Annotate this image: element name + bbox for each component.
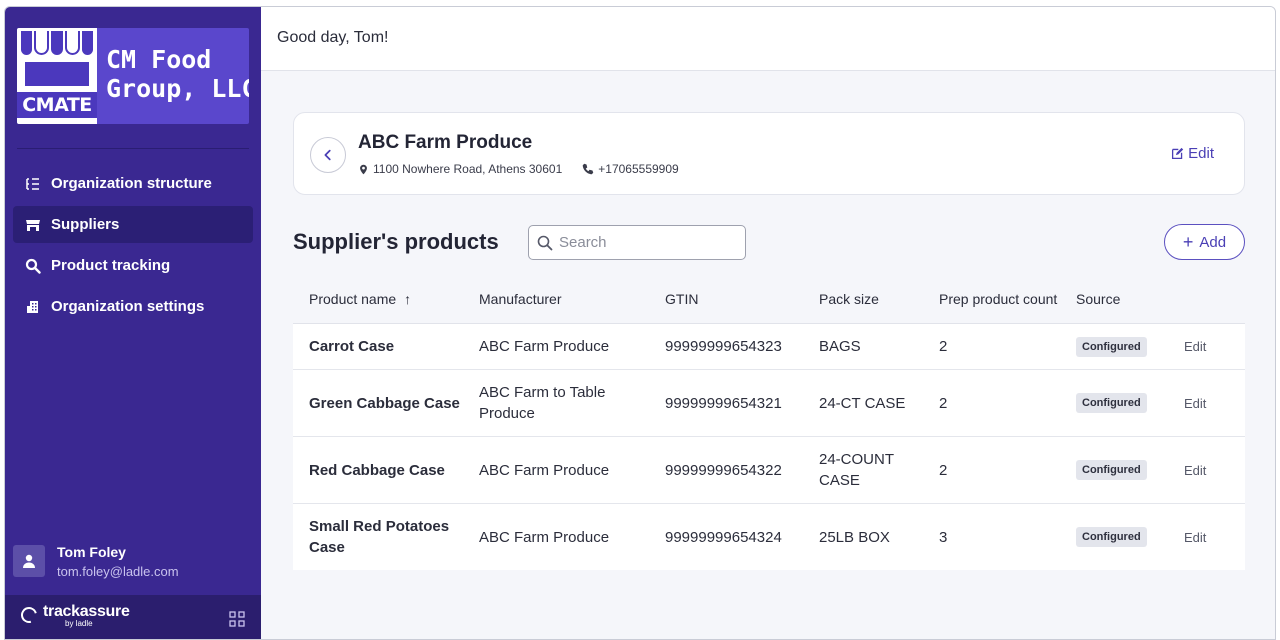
sidebar-item-label: Organization structure	[51, 175, 212, 192]
cell-prep-count: 2	[939, 461, 948, 479]
cell-pack-size: 24-CT CASE	[819, 394, 906, 412]
column-header-product-name[interactable]: Product name ↑	[293, 291, 463, 307]
cell-prep-count: 3	[939, 528, 948, 546]
table-row[interactable]: Red Cabbage Case ABC Farm Produce 999999…	[293, 437, 1245, 504]
cell-pack-size: BAGS	[819, 338, 861, 355]
cell-product-name: Carrot Case	[309, 338, 395, 355]
store-icon	[25, 217, 41, 233]
sidebar-item-organization-structure[interactable]: Organization structure	[13, 165, 253, 202]
cell-gtin: 99999999654324	[665, 528, 782, 546]
store-body-graphic	[25, 62, 89, 86]
apps-grid-icon[interactable]	[229, 611, 245, 627]
sidebar-item-label: Product tracking	[51, 257, 171, 274]
app-window: CMATE CM Food Group, LLC Organization st…	[4, 6, 1276, 640]
supplier-card: ABC Farm Produce 1100 Nowhere Road, Athe…	[293, 112, 1245, 195]
products-table: Product name ↑ Manufacturer GTIN Pack siz…	[293, 275, 1245, 570]
table-row[interactable]: Green Cabbage Case ABC Farm to Table Pro…	[293, 370, 1245, 437]
cell-pack-size: 24-COUNT CASE	[819, 451, 894, 489]
table-header: Product name ↑ Manufacturer GTIN Pack siz…	[293, 275, 1245, 324]
column-header-prep-product-count: Prep product count	[939, 290, 1058, 307]
cell-manufacturer: ABC Farm to Table Produce	[479, 384, 606, 422]
edit-supplier-button[interactable]: Edit	[1171, 145, 1214, 162]
sort-ascending-icon: ↑	[404, 291, 412, 307]
row-edit-button[interactable]: Edit	[1184, 463, 1206, 478]
row-edit-button[interactable]: Edit	[1184, 396, 1206, 411]
cell-manufacturer: ABC Farm Produce	[479, 338, 610, 355]
org-logo[interactable]: CMATE CM Food Group, LLC	[17, 28, 249, 124]
status-badge: Configured	[1076, 393, 1147, 413]
building-icon	[25, 299, 41, 315]
table-row[interactable]: Small Red Potatoes Case ABC Farm Produce…	[293, 504, 1245, 570]
search-icon	[25, 258, 41, 274]
row-edit-button[interactable]: Edit	[1184, 339, 1206, 354]
cell-gtin: 99999999654322	[665, 461, 782, 479]
search-icon	[537, 235, 553, 250]
cell-product-name: Small Red Potatoes Case	[309, 518, 450, 556]
cell-gtin: 99999999654323	[665, 338, 782, 355]
top-bar: Good day, Tom!	[261, 7, 1275, 71]
back-button[interactable]	[310, 137, 346, 173]
supplier-phone: +17065559909	[598, 162, 679, 176]
sidebar-nav: Organization structure Suppliers Product…	[13, 165, 253, 329]
store-logo-mark: CMATE	[17, 28, 97, 124]
sidebar: CMATE CM Food Group, LLC Organization st…	[5, 7, 261, 639]
status-badge: Configured	[1076, 527, 1147, 547]
cell-prep-count: 2	[939, 338, 948, 355]
column-header-source: Source	[1076, 291, 1121, 307]
status-badge: Configured	[1076, 336, 1147, 357]
brand-logo: trackassure by ladle	[18, 603, 130, 628]
supplier-name: ABC Farm Produce	[358, 132, 533, 153]
cell-product-name: Red Cabbage Case	[309, 461, 445, 479]
edit-icon	[1172, 147, 1184, 160]
map-pin-icon	[360, 164, 367, 174]
sidebar-divider	[17, 148, 249, 149]
brand-icon	[18, 604, 40, 626]
cell-product-name: Green Cabbage Case	[309, 394, 460, 412]
cell-manufacturer: ABC Farm Produce	[479, 528, 610, 546]
column-header-manufacturer: Manufacturer	[479, 291, 562, 307]
sidebar-item-organization-settings[interactable]: Organization settings	[13, 288, 253, 325]
user-name: Tom Foley	[57, 543, 126, 560]
phone-icon	[583, 163, 594, 175]
column-header-gtin: GTIN	[665, 291, 699, 307]
sidebar-item-label: Suppliers	[51, 216, 120, 233]
sidebar-item-product-tracking[interactable]: Product tracking	[13, 247, 253, 284]
org-structure-icon	[25, 176, 41, 192]
logo-mark-text: CMATE	[17, 92, 97, 118]
supplier-address: 1100 Nowhere Road, Athens 30601	[373, 162, 563, 176]
column-header-pack-size: Pack size	[819, 291, 879, 307]
sidebar-item-label: Organization settings	[51, 298, 205, 315]
avatar	[13, 545, 45, 577]
awning-graphic	[20, 31, 94, 55]
search-input[interactable]	[559, 234, 739, 251]
chevron-left-icon	[324, 149, 331, 161]
cell-pack-size: 25LB BOX	[819, 528, 890, 546]
edit-label: Edit	[1188, 145, 1214, 162]
cell-prep-count: 2	[939, 394, 948, 412]
plus-icon: +	[1182, 232, 1194, 252]
greeting: Good day, Tom!	[277, 29, 389, 46]
cell-manufacturer: ABC Farm Produce	[479, 461, 610, 479]
sidebar-footer: trackassure by ladle	[5, 595, 261, 639]
products-title: Supplier's products	[293, 229, 499, 254]
user-profile[interactable]: Tom Foley tom.foley@ladle.com	[13, 541, 253, 581]
table-row[interactable]: Carrot Case ABC Farm Produce 99999999654…	[293, 324, 1245, 370]
org-name: CM Food Group, LLC	[106, 45, 249, 103]
supplier-meta: 1100 Nowhere Road, Athens 30601 +1706555…	[358, 162, 699, 176]
cell-gtin: 99999999654321	[665, 394, 782, 412]
add-label: Add	[1199, 233, 1227, 251]
row-edit-button[interactable]: Edit	[1184, 530, 1206, 545]
add-product-button[interactable]: + Add	[1164, 224, 1245, 260]
status-badge: Configured	[1076, 460, 1147, 480]
search-box[interactable]	[528, 225, 746, 260]
sidebar-item-suppliers[interactable]: Suppliers	[13, 206, 253, 243]
user-email: tom.foley@ladle.com	[57, 563, 179, 579]
